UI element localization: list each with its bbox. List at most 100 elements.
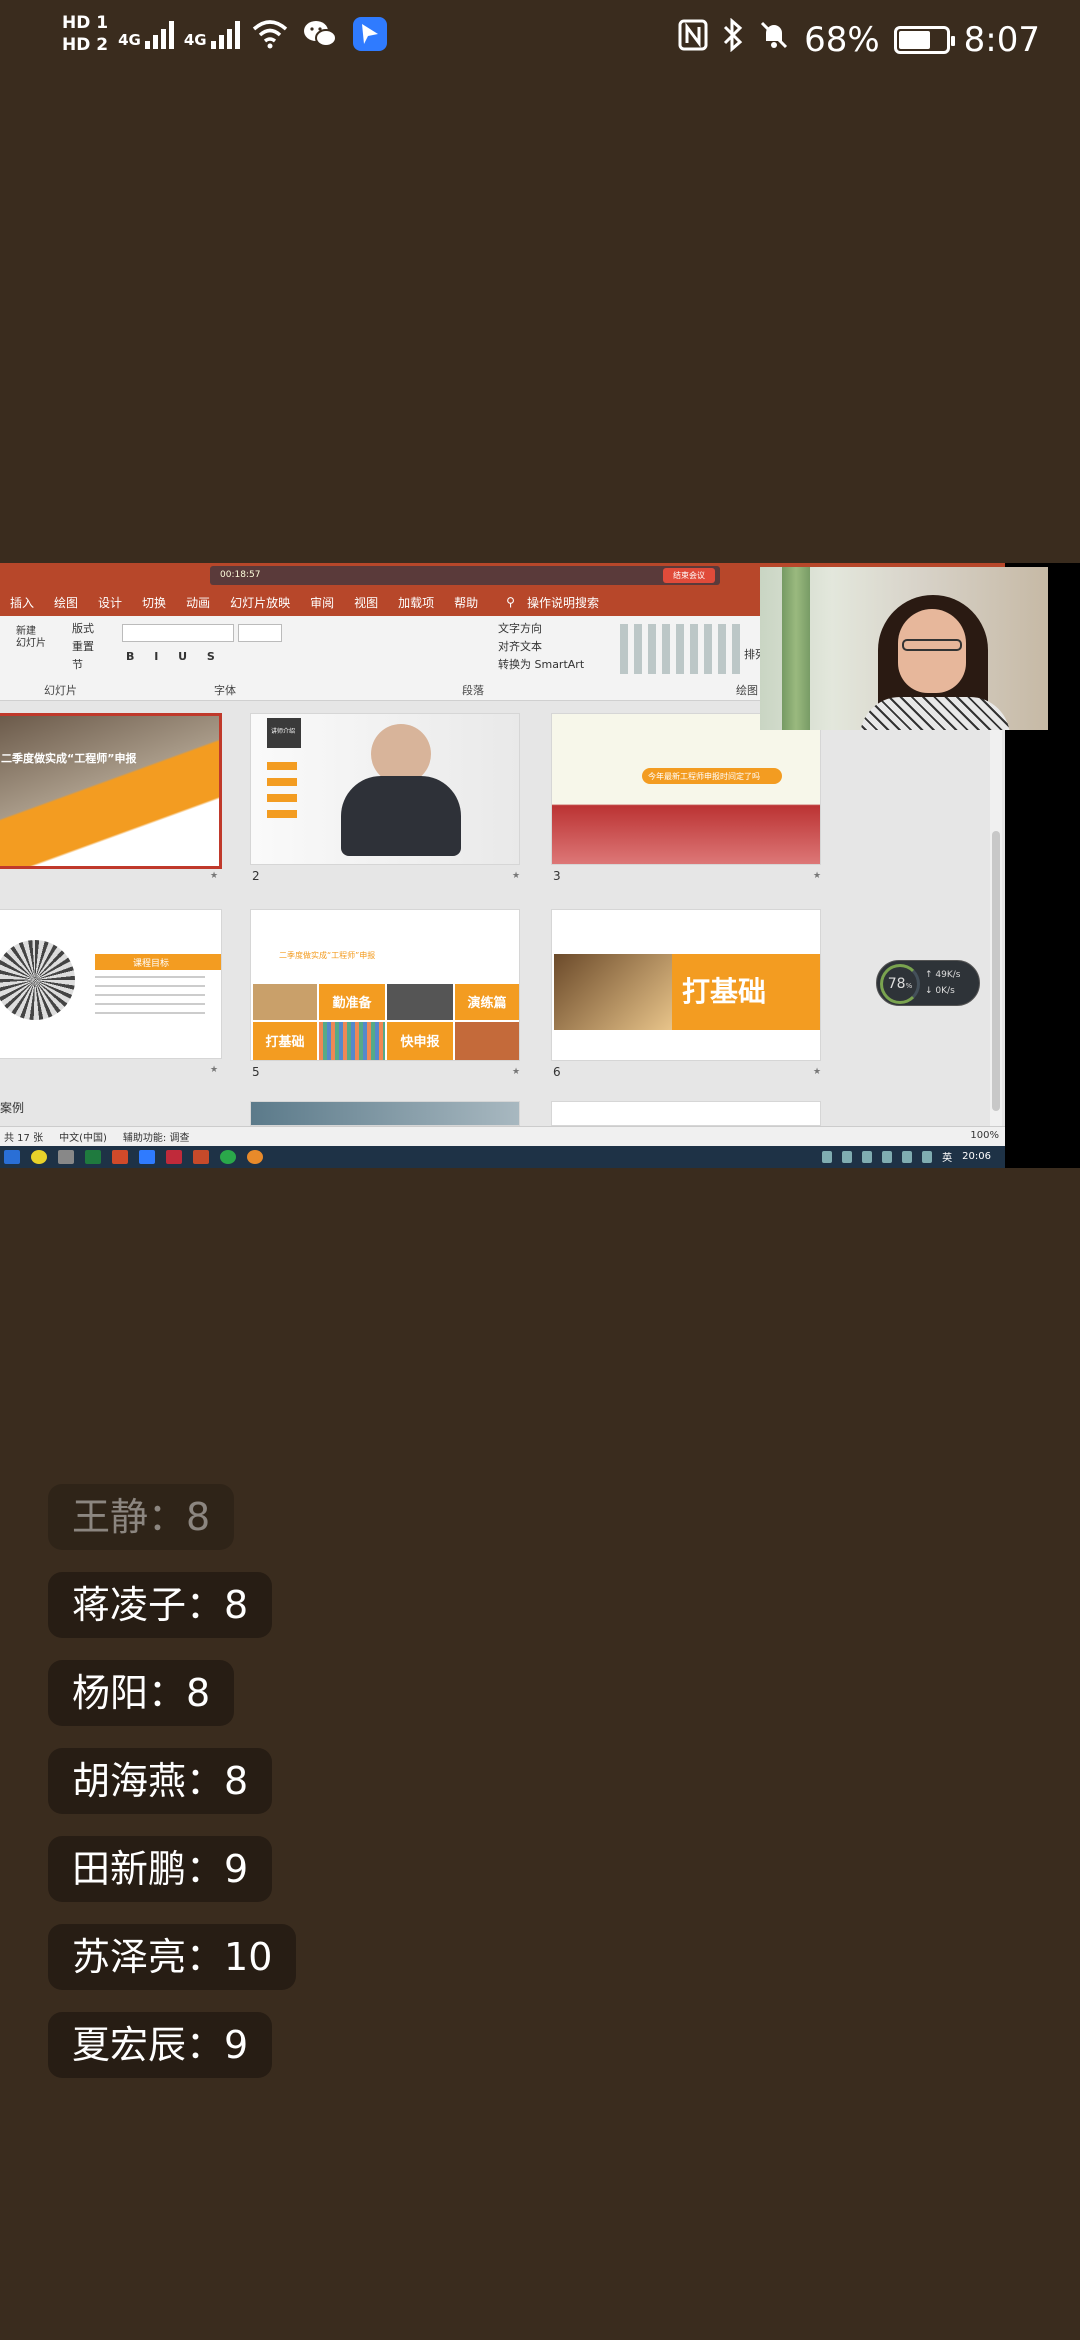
meeting-toolbar: 00:18:57 xyxy=(210,566,720,585)
menu-insert[interactable]: 插入 xyxy=(0,594,44,611)
chat-message: 王静：8 xyxy=(48,1484,235,1550)
tray-icon[interactable] xyxy=(842,1150,853,1163)
tray-icon[interactable] xyxy=(922,1150,933,1163)
upload-rate: ↑ 49K/s xyxy=(925,970,961,980)
tray-icon[interactable] xyxy=(882,1150,893,1163)
font-name-input[interactable] xyxy=(122,624,234,642)
hd2-label: HD 2 xyxy=(62,35,109,55)
chat-message: 杨阳：8 xyxy=(48,1660,235,1726)
slide-star-icon: ★ xyxy=(210,871,219,881)
slide-tile: 快申报 xyxy=(387,1022,453,1060)
message-text: 9 xyxy=(224,2023,249,2067)
network-speed-widget[interactable]: 78% ↑ 49K/s ↓ 0K/s xyxy=(876,960,980,1006)
shapes-gallery[interactable] xyxy=(620,624,740,674)
chat-message: 夏宏辰：9 xyxy=(48,2012,273,2078)
slide-thumbnail-8[interactable] xyxy=(250,1101,520,1126)
menu-draw[interactable]: 绘图 xyxy=(44,594,88,611)
text-direction-button[interactable]: 文字方向 xyxy=(498,620,542,636)
tray-icon[interactable] xyxy=(902,1150,913,1163)
convert-smartart-button[interactable]: 转换为 SmartArt xyxy=(498,656,584,672)
menu-addins[interactable]: 加载项 xyxy=(388,594,444,611)
slide-photo xyxy=(554,954,672,1030)
slide-number: 3 xyxy=(553,869,561,883)
align-text-button[interactable]: 对齐文本 xyxy=(498,638,542,654)
group-drawing-label: 绘图 xyxy=(736,684,758,697)
chat-message: 田新鹏：9 xyxy=(48,1836,273,1902)
signal-1: 4G xyxy=(118,19,174,49)
slide-title: 二季度做实成“工程师”申报 xyxy=(1,752,137,765)
sender-name: 杨阳 xyxy=(72,1671,149,1715)
app-icon[interactable] xyxy=(193,1150,209,1164)
new-slide-button[interactable]: 新建 幻灯片 xyxy=(16,626,46,650)
menu-slideshow[interactable]: 幻灯片放映 xyxy=(220,594,300,611)
slide-thumbnail-1[interactable]: 二季度做实成“工程师”申报 xyxy=(0,713,222,869)
accessibility-indicator[interactable]: 辅助功能: 调查 xyxy=(123,1129,190,1144)
menu-design[interactable]: 设计 xyxy=(88,594,132,611)
slide-thumbnail-4[interactable]: 课程目标 xyxy=(0,909,222,1059)
end-meeting-button[interactable]: 结束会议 xyxy=(663,568,715,583)
slide-number: 5 xyxy=(252,1065,260,1079)
signal-bars-icon xyxy=(210,19,240,49)
status-left: HD 1 HD 2 4G 4G xyxy=(62,12,390,56)
reset-button[interactable]: 重置 xyxy=(72,638,94,654)
font-format-buttons[interactable]: B I U S xyxy=(126,650,223,663)
message-text: 8 xyxy=(224,1759,249,1803)
slide-thumbnail-2[interactable]: 讲师介绍 xyxy=(250,713,520,865)
menu-transitions[interactable]: 切换 xyxy=(132,594,176,611)
sender-name: 蒋凌子 xyxy=(72,1583,187,1627)
chrome-icon[interactable] xyxy=(220,1150,236,1164)
menu-review[interactable]: 审阅 xyxy=(300,594,344,611)
slide-tile: 打基础 xyxy=(253,1022,317,1060)
feishu-icon[interactable] xyxy=(139,1150,155,1164)
menu-view[interactable]: 视图 xyxy=(344,594,388,611)
search-icon[interactable]: ⚲ xyxy=(496,595,525,609)
menu-animations[interactable]: 动画 xyxy=(176,594,220,611)
slide-thumbnail-6[interactable]: 打基础 xyxy=(551,909,821,1061)
slide-star-icon: ★ xyxy=(512,871,521,881)
language-indicator[interactable]: 中文(中国) xyxy=(59,1129,107,1144)
bluetooth-icon xyxy=(722,17,744,61)
signal-2: 4G xyxy=(184,19,240,49)
slide-bullet xyxy=(267,778,297,786)
slide-count: 共 17 张 xyxy=(4,1133,44,1144)
app-icon[interactable] xyxy=(247,1150,263,1164)
slide-thumbnail-9[interactable] xyxy=(551,1101,821,1126)
slide-photo xyxy=(319,1022,385,1060)
slide-scrollbar[interactable] xyxy=(990,701,1002,1126)
slide-title: 二季度做实成“工程师”申报 xyxy=(279,951,376,960)
app-icon[interactable] xyxy=(166,1150,182,1164)
slide-bullet xyxy=(267,762,297,770)
slide-text-lines xyxy=(95,976,205,1016)
excel-icon[interactable] xyxy=(85,1150,101,1164)
zoom-level[interactable]: 100% xyxy=(970,1130,999,1141)
ime-indicator[interactable]: 英 xyxy=(942,1149,952,1164)
section-button[interactable]: 节 xyxy=(72,656,83,672)
font-size-input[interactable] xyxy=(238,624,282,642)
start-icon[interactable] xyxy=(4,1150,20,1164)
slide-title: 课程目标 xyxy=(133,959,170,969)
slide-title: 今年最新工程师申报时间定了吗 xyxy=(648,772,760,781)
message-text: 10 xyxy=(224,1935,273,1979)
ppt-icon[interactable] xyxy=(112,1150,128,1164)
app-icon[interactable] xyxy=(58,1150,74,1164)
download-rate: ↓ 0K/s xyxy=(925,986,955,996)
usage-gauge: 78% xyxy=(880,964,920,1004)
tell-me-search[interactable]: 操作说明搜索 xyxy=(525,594,609,611)
slide-tile: 勤准备 xyxy=(319,984,385,1020)
tray-icon[interactable] xyxy=(822,1150,833,1163)
tray-icon[interactable] xyxy=(862,1150,873,1163)
slide-tile: 演练篇 xyxy=(455,984,519,1020)
slide-thumbnail-3[interactable]: 今年最新工程师申报时间定了吗 xyxy=(551,713,821,865)
layout-button[interactable]: 版式 xyxy=(72,620,94,636)
slide-photo xyxy=(387,984,453,1020)
message-text: 8 xyxy=(224,1583,249,1627)
shared-screen[interactable]: 00:18:57 结束会议 插入 绘图 设计 切换 动画 幻灯片放映 审阅 视图… xyxy=(0,563,1080,1168)
nfc-icon xyxy=(678,19,708,60)
slide-thumbnail-5[interactable]: 二季度做实成“工程师”申报 勤准备 演练篇 打基础 快申报 xyxy=(250,909,520,1061)
app-icon[interactable] xyxy=(31,1150,47,1164)
chat-message: 苏泽亮：10 xyxy=(48,1924,297,1990)
sender-name: 王静 xyxy=(72,1495,149,1539)
presenter-video[interactable] xyxy=(760,567,1048,730)
chat-message: 胡海燕：8 xyxy=(48,1748,273,1814)
menu-help[interactable]: 帮助 xyxy=(444,594,488,611)
